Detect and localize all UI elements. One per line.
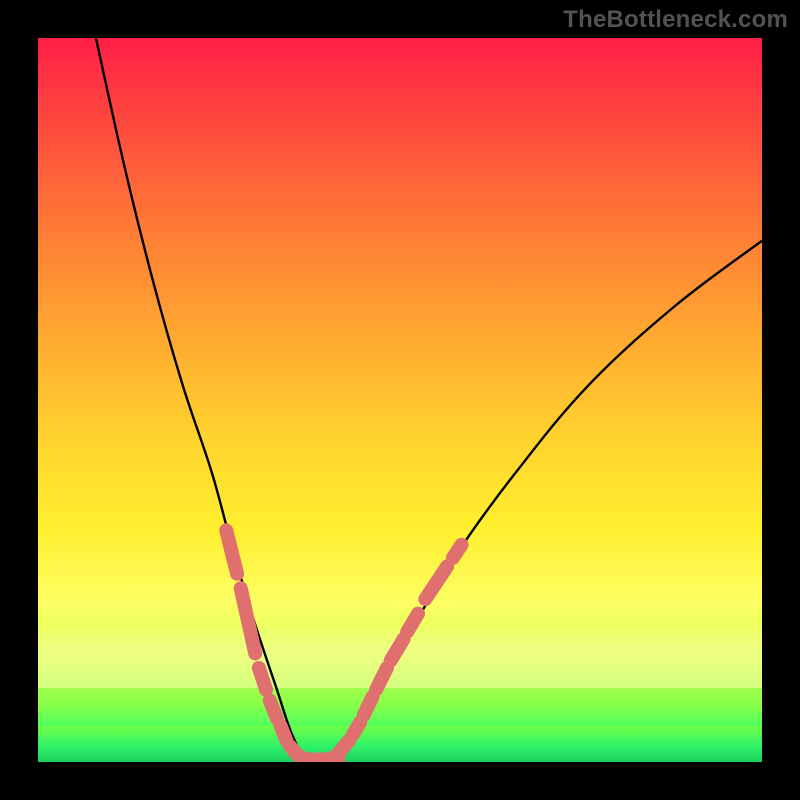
bead-segment [270, 700, 277, 718]
chart-root: TheBottleneck.com [0, 0, 800, 800]
bead-segment [241, 588, 255, 653]
curve-right [328, 241, 762, 762]
bead-segment [281, 726, 287, 740]
bead-segment [407, 614, 418, 632]
bead-segment [226, 530, 237, 573]
bead-segment [338, 740, 349, 753]
bead-segment [364, 697, 373, 715]
watermark-text: TheBottleneck.com [563, 6, 788, 34]
bead-segment [376, 668, 387, 690]
plot-area [38, 38, 762, 762]
bead-segment [259, 668, 266, 690]
bead-segment [453, 545, 462, 558]
bead-segment [391, 639, 404, 661]
curve-left [96, 38, 306, 762]
bead-segment [425, 567, 447, 600]
bead-segment [353, 722, 360, 734]
curve-svg [38, 38, 762, 762]
